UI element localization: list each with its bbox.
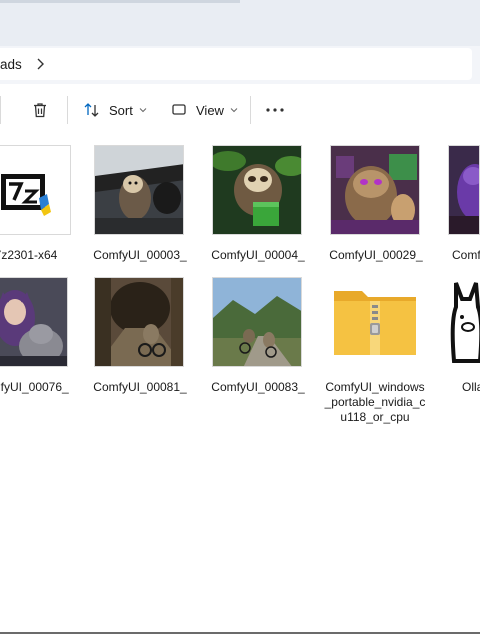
file-name: ComfyUI_windows_portable_nvidia_cu118_or… bbox=[324, 380, 426, 424]
sort-icon bbox=[84, 103, 99, 117]
app-thumbnail bbox=[448, 277, 480, 367]
installer-thumbnail bbox=[0, 145, 71, 235]
file-name: ComfyUI_00004_ bbox=[211, 248, 305, 262]
image-thumbnail bbox=[212, 277, 302, 367]
file-name: ComfyUI_00076_ bbox=[0, 380, 69, 394]
delete-button[interactable] bbox=[31, 96, 49, 124]
address-bar: ads bbox=[0, 46, 480, 84]
view-label: View bbox=[196, 102, 224, 118]
image-thumbnail bbox=[448, 145, 480, 235]
file-name: ComfyUI_00029_ bbox=[329, 248, 423, 262]
zip-folder-thumbnail bbox=[330, 277, 420, 367]
7zip-icon bbox=[1, 174, 51, 216]
breadcrumb-downloads[interactable]: ads bbox=[0, 57, 22, 72]
title-bar bbox=[0, 0, 480, 46]
more-options-button[interactable] bbox=[265, 96, 285, 124]
file-explorer-window: ads Sort View 7z2301-x64 ComfyUI_00003_ … bbox=[0, 0, 480, 634]
trash-icon bbox=[34, 103, 46, 118]
image-thumbnail bbox=[94, 277, 184, 367]
sort-label: Sort bbox=[109, 102, 133, 118]
purple-gorilla-image bbox=[449, 146, 479, 234]
image-thumbnail bbox=[0, 277, 68, 367]
file-name: ComfyUI_00083_ bbox=[211, 380, 305, 394]
image-thumbnail bbox=[330, 145, 420, 235]
separator bbox=[0, 96, 1, 124]
file-name: ComfyUI_00081_ bbox=[93, 380, 187, 394]
file-name: Comf bbox=[452, 248, 480, 262]
sloth-bike-tunnel-image bbox=[95, 278, 183, 366]
image-thumbnail bbox=[212, 145, 302, 235]
llama-icon bbox=[450, 282, 480, 363]
zip-folder-icon bbox=[334, 291, 416, 355]
cartoon-bear-image bbox=[331, 146, 419, 234]
sloth-bike-mountain-image bbox=[213, 278, 301, 366]
file-name: ComfyUI_00003_ bbox=[93, 248, 187, 262]
separator bbox=[67, 96, 68, 124]
separator bbox=[250, 96, 251, 124]
file-name: Olla bbox=[462, 380, 480, 394]
command-bar: Sort View bbox=[0, 84, 480, 137]
chevron-right-icon[interactable] bbox=[34, 57, 46, 71]
address-field[interactable]: ads bbox=[0, 48, 472, 80]
view-icon bbox=[172, 104, 186, 115]
chevron-down-icon bbox=[139, 108, 147, 113]
chevron-down-icon bbox=[230, 108, 238, 113]
sort-button[interactable]: Sort bbox=[83, 96, 147, 124]
file-grid: 7z2301-x64 ComfyUI_00003_ ComfyUI_00004_… bbox=[0, 136, 480, 634]
file-name: 7z2301-x64 bbox=[0, 248, 58, 262]
tab-edge bbox=[0, 0, 240, 3]
catgirl-image bbox=[0, 278, 67, 366]
image-thumbnail bbox=[94, 145, 184, 235]
view-button[interactable]: View bbox=[171, 96, 238, 124]
sloth-car-image bbox=[95, 146, 183, 234]
sloth-box-image bbox=[213, 146, 301, 234]
more-icon bbox=[266, 108, 284, 112]
